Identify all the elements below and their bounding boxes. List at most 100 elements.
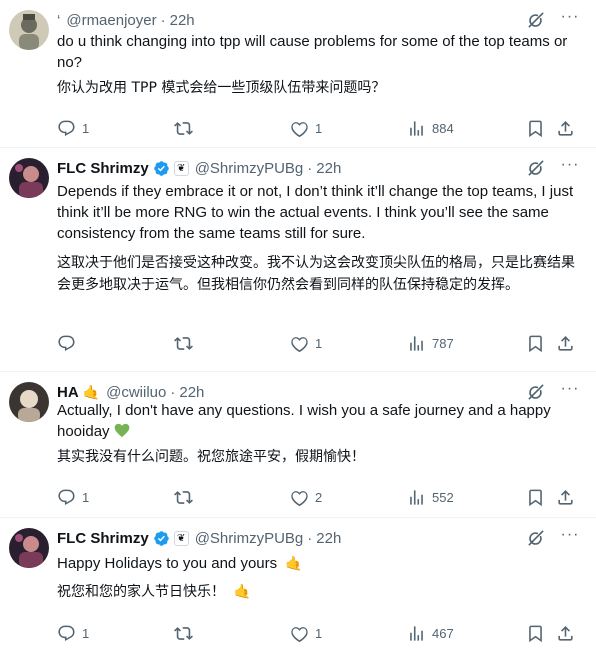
bookmark-button[interactable] bbox=[526, 117, 545, 139]
like-icon bbox=[290, 334, 309, 353]
bookmark-icon bbox=[526, 488, 545, 507]
retweet-button[interactable] bbox=[174, 622, 193, 644]
retweet-button[interactable] bbox=[174, 332, 193, 354]
reply-icon bbox=[57, 334, 76, 353]
share-icon bbox=[556, 624, 575, 643]
reply-button[interactable]: 1 bbox=[57, 622, 89, 644]
tweet-2[interactable]: FLC Shrimzy ❦ @ShrimzyPUBg · 22h ··· Dep… bbox=[0, 148, 596, 372]
tweet-text-en: do u think changing into tpp will cause … bbox=[57, 33, 568, 71]
like-button[interactable]: 1 bbox=[290, 117, 322, 139]
affiliate-badge-icon[interactable]: ❦ bbox=[173, 530, 189, 546]
display-name[interactable]: HA bbox=[57, 384, 79, 401]
more-icon[interactable]: ··· bbox=[560, 527, 580, 548]
reply-count: 1 bbox=[82, 625, 90, 641]
grok-icon[interactable] bbox=[526, 10, 546, 30]
like-button[interactable]: 2 bbox=[290, 486, 322, 508]
tweet-text-zh: 你认为改用 TPP 模式会给一些顶级队伍带来问题吗？ bbox=[57, 80, 386, 96]
user-handle[interactable]: @rmaenjoyer bbox=[66, 12, 156, 29]
tweet-text-en: Actually, I don't have any questions. I … bbox=[57, 402, 551, 440]
like-icon bbox=[290, 119, 309, 138]
like-icon bbox=[290, 624, 309, 643]
share-icon bbox=[556, 334, 575, 353]
affiliate-badge-icon[interactable]: ❦ bbox=[173, 160, 189, 176]
share-button[interactable] bbox=[556, 117, 575, 139]
views-button[interactable]: 884 bbox=[407, 117, 454, 139]
tweet-text-en-wrap: Happy Holidays to you and yours 🤙 bbox=[57, 553, 577, 574]
timestamp[interactable]: 22h bbox=[179, 384, 204, 401]
separator-dot: · bbox=[170, 383, 176, 401]
retweet-icon bbox=[174, 334, 193, 353]
avatar[interactable] bbox=[9, 158, 49, 198]
like-count: 1 bbox=[315, 335, 323, 351]
tweet-text-zh: 这取决于他们是否接受这种改变。我不认为这会改变顶尖队伍的格局，只是比赛结果会更多… bbox=[57, 255, 575, 293]
user-handle[interactable]: @ShrimzyPUBg bbox=[195, 530, 304, 547]
tweet-text-zh-wrap: 祝您和您的家人节日快乐！ 🤙 bbox=[57, 581, 577, 603]
views-icon bbox=[407, 488, 426, 507]
more-icon[interactable]: ··· bbox=[560, 381, 580, 402]
views-count: 552 bbox=[432, 489, 454, 505]
tweet-1[interactable]: ‘ @rmaenjoyer · 22h ··· do u think chang… bbox=[0, 0, 596, 148]
reply-count: 1 bbox=[82, 120, 90, 136]
tweet-text-en: Depends if they embrace it or not, I don… bbox=[57, 183, 574, 242]
bookmark-button[interactable] bbox=[526, 486, 545, 508]
separator-dot: · bbox=[307, 159, 313, 177]
user-handle[interactable]: @cwiiluo bbox=[106, 384, 166, 401]
timestamp[interactable]: 22h bbox=[170, 12, 195, 29]
tweet-3[interactable]: HA 🤙 @cwiiluo · 22h ··· Actually, I don'… bbox=[0, 372, 596, 518]
bookmark-button[interactable] bbox=[526, 332, 545, 354]
share-button[interactable] bbox=[556, 486, 575, 508]
tweet-text-en: Happy Holidays to you and yours bbox=[57, 555, 278, 572]
like-count: 1 bbox=[315, 120, 323, 136]
reply-icon bbox=[57, 488, 76, 507]
tweet-text-en-wrap: Actually, I don't have any questions. I … bbox=[57, 400, 577, 442]
display-name[interactable]: FLC Shrimzy bbox=[57, 160, 149, 177]
like-button[interactable]: 1 bbox=[290, 622, 322, 644]
share-button[interactable] bbox=[556, 622, 575, 644]
bookmark-icon bbox=[526, 624, 545, 643]
display-name[interactable]: FLC Shrimzy bbox=[57, 530, 149, 547]
views-icon bbox=[407, 334, 426, 353]
verified-icon bbox=[153, 160, 170, 177]
bookmark-icon bbox=[526, 334, 545, 353]
separator-dot: · bbox=[160, 11, 166, 29]
views-button[interactable]: 552 bbox=[407, 486, 454, 508]
share-button[interactable] bbox=[556, 332, 575, 354]
views-button[interactable]: 467 bbox=[407, 622, 454, 644]
retweet-icon bbox=[174, 119, 193, 138]
grok-icon[interactable] bbox=[526, 158, 546, 178]
verified-icon bbox=[153, 530, 170, 547]
grok-icon[interactable] bbox=[526, 528, 546, 548]
retweet-icon bbox=[174, 624, 193, 643]
handle-prefix: ‘ bbox=[57, 11, 61, 29]
views-button[interactable]: 787 bbox=[407, 332, 454, 354]
reply-count: 1 bbox=[82, 489, 90, 505]
retweet-icon bbox=[174, 488, 193, 507]
reply-icon bbox=[57, 624, 76, 643]
timestamp[interactable]: 22h bbox=[316, 160, 341, 177]
grok-icon[interactable] bbox=[526, 382, 546, 402]
reply-button[interactable]: 1 bbox=[57, 117, 89, 139]
reply-button[interactable] bbox=[57, 332, 76, 354]
retweet-button[interactable] bbox=[174, 117, 193, 139]
retweet-button[interactable] bbox=[174, 486, 193, 508]
bookmark-button[interactable] bbox=[526, 622, 545, 644]
shaka-emoji: 🤙 bbox=[233, 584, 251, 600]
share-icon bbox=[556, 119, 575, 138]
views-icon bbox=[407, 119, 426, 138]
avatar[interactable] bbox=[9, 10, 49, 50]
reply-button[interactable]: 1 bbox=[57, 486, 89, 508]
shaka-emoji: 🤙 bbox=[285, 555, 303, 571]
views-count: 884 bbox=[432, 120, 454, 136]
green-heart-icon bbox=[114, 423, 130, 438]
views-count: 787 bbox=[432, 335, 454, 351]
tweet-4[interactable]: FLC Shrimzy ❦ @ShrimzyPUBg · 22h ··· Hap… bbox=[0, 518, 596, 655]
bookmark-icon bbox=[526, 119, 545, 138]
avatar[interactable] bbox=[9, 528, 49, 568]
more-icon[interactable]: ··· bbox=[560, 157, 580, 178]
timestamp[interactable]: 22h bbox=[316, 530, 341, 547]
avatar[interactable] bbox=[9, 382, 49, 422]
user-handle[interactable]: @ShrimzyPUBg bbox=[195, 160, 304, 177]
like-icon bbox=[290, 488, 309, 507]
more-icon[interactable]: ··· bbox=[560, 9, 580, 30]
like-button[interactable]: 1 bbox=[290, 332, 322, 354]
